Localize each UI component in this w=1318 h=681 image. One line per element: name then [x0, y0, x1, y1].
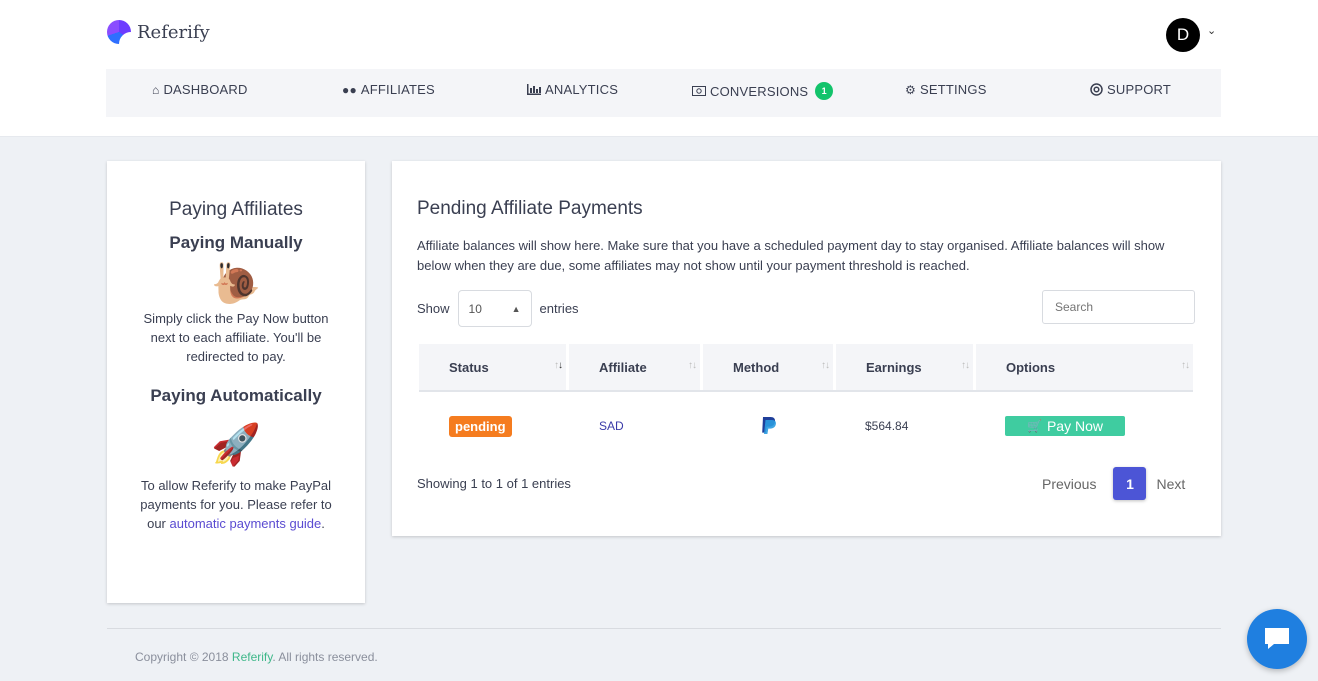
main-nav: ⌂ DASHBOARD ●● AFFILIATES ANALYTICS CONV… — [106, 69, 1221, 117]
column-label: Earnings — [866, 359, 922, 375]
automatic-payments-guide-link[interactable]: automatic payments guide — [170, 516, 322, 531]
column-header-method[interactable]: Method ↑↓ — [703, 344, 833, 390]
footer: Copyright © 2018 Referify. All rights re… — [135, 650, 378, 664]
top-header: Referify D ⌄ ⌂ DASHBOARD ●● AFFILIATES A… — [0, 0, 1318, 137]
sort-icon: ↑↓ — [554, 360, 563, 371]
nav-support-label: SUPPORT — [1107, 82, 1172, 97]
referify-logo-icon — [107, 20, 131, 44]
header-divider — [419, 390, 1193, 392]
column-header-affiliate[interactable]: Affiliate ↑↓ — [569, 344, 700, 390]
gear-icon: ⚙ — [905, 82, 916, 97]
pagination-page-1[interactable]: 1 — [1113, 467, 1147, 500]
footer-suffix: . All rights reserved. — [272, 650, 378, 664]
nav-conversions[interactable]: CONVERSIONS 1 — [692, 82, 834, 100]
entries-length-control: Show 10 ▲ entries — [417, 290, 579, 327]
show-label: Show — [417, 301, 450, 316]
nav-affiliates-label: AFFILIATES — [360, 82, 435, 97]
nav-support[interactable]: SUPPORT — [1090, 82, 1171, 97]
pending-payments-card: Pending Affiliate Payments Affiliate bal… — [392, 161, 1221, 536]
home-icon: ⌂ — [152, 82, 160, 97]
column-label: Status — [449, 359, 489, 375]
column-label: Options — [1006, 359, 1056, 375]
table-row: pending SAD $564.84 🛒 Pay Now — [419, 409, 1193, 443]
table-info: Showing 1 to 1 of 1 entries — [417, 476, 571, 491]
status-cell: pending — [449, 409, 512, 443]
sort-icon: ↑↓ — [1181, 360, 1190, 371]
footer-prefix: Copyright © 2018 — [135, 650, 229, 664]
users-icon: ●● — [342, 82, 357, 97]
app-name: Referify — [137, 21, 210, 43]
user-avatar[interactable]: D — [1166, 18, 1200, 52]
entries-select-value: 10 — [468, 301, 482, 316]
nav-dashboard[interactable]: ⌂ DASHBOARD — [152, 82, 248, 97]
chat-widget-button[interactable] — [1247, 609, 1307, 669]
column-header-status[interactable]: Status ↑↓ — [419, 344, 566, 390]
pagination: Previous 1 Next — [1042, 467, 1185, 500]
life-ring-icon — [1090, 83, 1103, 96]
options-cell: 🛒 Pay Now — [1005, 409, 1125, 443]
description-text: Affiliate balances will show here. Make … — [417, 238, 1165, 273]
manual-text: Simply click the Pay Now button next to … — [143, 311, 329, 364]
bar-chart-icon — [527, 84, 541, 95]
earnings-cell: $564.84 — [865, 419, 909, 433]
rocket-icon: 🚀 — [211, 423, 261, 467]
auto-text-end: . — [321, 516, 325, 531]
footer-divider — [107, 628, 1221, 629]
page-title: Pending Affiliate Payments — [417, 198, 643, 219]
conversions-badge: 1 — [815, 82, 834, 100]
entries-label: entries — [539, 301, 579, 316]
column-label: Affiliate — [599, 359, 647, 375]
app-logo[interactable]: Referify — [107, 20, 210, 44]
affiliate-cell: SAD — [599, 409, 624, 443]
nav-settings-label: SETTINGS — [919, 82, 987, 97]
column-header-earnings[interactable]: Earnings ↑↓ — [836, 344, 973, 390]
affiliate-link[interactable]: SAD — [599, 419, 624, 433]
status-badge: pending — [449, 415, 512, 437]
nav-affiliates[interactable]: ●● AFFILIATES — [342, 82, 435, 97]
money-icon — [692, 86, 706, 96]
chevron-down-icon[interactable]: ⌄ — [1207, 24, 1216, 37]
auto-text-block: To allow Referify to make PayPal payment… — [131, 476, 341, 533]
pagination-previous[interactable]: Previous — [1042, 476, 1096, 492]
manual-heading: Paying Manually — [169, 233, 303, 252]
pay-now-label: Pay Now — [1046, 418, 1103, 434]
nav-dashboard-label: DASHBOARD — [163, 82, 248, 97]
column-header-options[interactable]: Options ↑↓ — [976, 344, 1193, 390]
pagination-next[interactable]: Next — [1156, 476, 1185, 492]
paypal-icon — [762, 417, 776, 434]
method-cell — [756, 409, 780, 443]
auto-heading: Paying Automatically — [150, 386, 322, 405]
sort-icon: ↑↓ — [688, 360, 697, 371]
column-label: Method — [733, 359, 780, 375]
select-arrows-icon: ▲ — [511, 303, 521, 314]
cart-icon: 🛒 — [1027, 419, 1042, 433]
search-input[interactable] — [1042, 290, 1195, 324]
nav-conversions-label: CONVERSIONS — [710, 83, 809, 99]
sort-icon: ↑↓ — [961, 360, 970, 371]
nav-analytics-label: ANALYTICS — [545, 82, 619, 97]
snail-icon: 🐌 — [211, 262, 261, 306]
chat-bubble-icon — [1265, 628, 1289, 649]
table-header: Status ↑↓ Affiliate ↑↓ Method ↑↓ Earning… — [419, 344, 1193, 390]
nav-analytics[interactable]: ANALYTICS — [527, 82, 618, 97]
paying-affiliates-card: Paying Affiliates Paying Manually 🐌 Simp… — [107, 161, 365, 603]
pay-now-button[interactable]: 🛒 Pay Now — [1005, 416, 1125, 436]
sort-icon: ↑↓ — [821, 360, 830, 371]
footer-brand-link[interactable]: Referify — [232, 650, 272, 664]
nav-settings[interactable]: ⚙ SETTINGS — [905, 82, 987, 97]
entries-select[interactable]: 10 ▲ — [457, 290, 532, 327]
sidebar-title: Paying Affiliates — [169, 199, 303, 220]
